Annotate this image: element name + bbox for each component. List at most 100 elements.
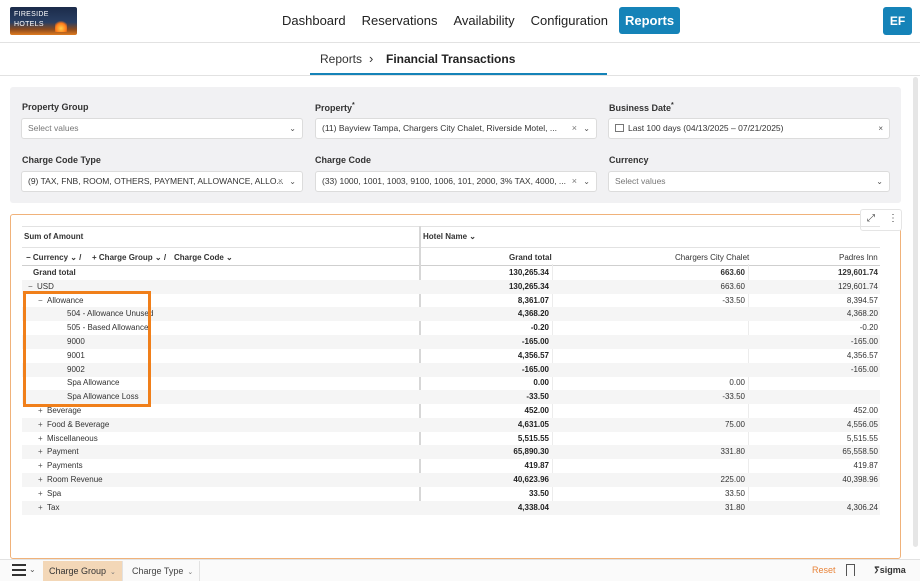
pivot-column-field[interactable]: Hotel Name ⌄ (423, 232, 476, 241)
card-toolbar: ⤢ ⋮ (860, 209, 902, 231)
hamburger-menu-icon[interactable] (12, 564, 26, 576)
currency-label: Currency (609, 155, 649, 165)
cell-grand-total: 0.00 (533, 378, 549, 388)
table-row[interactable]: + Miscellaneous 5,515.55 5,515.55 (22, 432, 880, 446)
row-label-text: Payments (47, 461, 83, 471)
cell-grand-total: 130,265.34 (508, 268, 549, 277)
col-header-padres-inn[interactable]: Padres Inn (839, 253, 878, 262)
row-label: + Beverage (38, 406, 81, 415)
tab-charge-group[interactable]: Charge Group ⌄ (43, 561, 123, 581)
currency-select[interactable]: Select values ⌄ (608, 171, 890, 192)
cell-grand-total: 4,356.57 (517, 350, 549, 360)
tab-charge-type[interactable]: Charge Type ⌄ (126, 561, 201, 581)
nav-dashboard[interactable]: Dashboard (274, 7, 354, 34)
cell-padres-inn: 129,601.74 (837, 281, 878, 291)
page-title[interactable]: Financial Transactions (386, 52, 515, 66)
bookmark-icon[interactable] (846, 564, 855, 576)
cell-grand-total: 5,515.55 (517, 433, 549, 443)
expand-icon[interactable]: + (38, 406, 47, 415)
cell-padres-inn: 4,356.57 (846, 350, 878, 360)
table-row[interactable]: + Spa 33.50 33.50 (22, 487, 880, 501)
header-mid-line (22, 247, 880, 248)
table-row[interactable]: + Payments 419.87 419.87 (22, 459, 880, 473)
clear-date-icon[interactable]: × (878, 119, 883, 138)
cell-padres-inn: -165.00 (850, 364, 878, 374)
reset-button[interactable]: Reset (812, 565, 836, 575)
expand-icon[interactable]: + (38, 475, 47, 484)
row-field-currency[interactable]: − Currency ⌄ / (26, 253, 81, 262)
sigma-brand: ⵢsigma (874, 565, 906, 575)
cell-padres-inn: 4,368.20 (846, 309, 878, 319)
cell-padres-inn: 419.87 (853, 461, 878, 471)
breadcrumb-reports[interactable]: Reports (320, 52, 362, 66)
cell-padres-inn: 129,601.74 (837, 268, 878, 277)
user-avatar[interactable]: EF (883, 7, 912, 35)
bottom-bar: ⌄ Charge Group ⌄ Charge Type ⌄ Reset ⵢsigm… (0, 559, 920, 581)
expand-icon[interactable]: + (38, 447, 47, 456)
nav-reports[interactable]: Reports (619, 7, 681, 34)
cell-grand-total: 33.50 (528, 488, 549, 498)
row-field-charge-group[interactable]: + Charge Group ⌄ / (92, 253, 166, 262)
clear-icon[interactable]: × (572, 119, 577, 138)
expand-icon[interactable]: + (38, 461, 47, 470)
cell-grand-total: -165.00 (521, 364, 549, 374)
charge-code-label: Charge Code (315, 155, 372, 165)
breadcrumb-separator: › (369, 51, 374, 66)
pivot-value-label: Sum of Amount (24, 232, 84, 241)
row-label-text: Room Revenue (47, 475, 103, 484)
cell-grand-total: 4,631.05 (517, 419, 549, 429)
col-header-chargers-city-chalet[interactable]: Chargers City Chalet (675, 253, 749, 262)
expand-icon[interactable]: ⤢ (867, 213, 875, 224)
chevron-down-icon: ⌄ (583, 124, 590, 133)
table-row[interactable]: + Tax 4,338.04 31.80 4,306.24 (22, 500, 880, 515)
cell-padres-inn: 8,394.57 (846, 295, 878, 305)
property-group-select[interactable]: Select values ⌄ (21, 118, 303, 139)
clear-icon[interactable]: × (572, 172, 577, 191)
property-select[interactable]: (11) Bayview Tampa, Chargers City Chalet… (315, 118, 597, 139)
more-options-icon[interactable]: ⋮ (888, 213, 898, 224)
charge-code-type-select[interactable]: (9) TAX, FNB, ROOM, OTHERS, PAYMENT, ALL… (21, 171, 303, 192)
chevron-down-icon: ⌄ (583, 177, 590, 186)
chevron-down-icon: ⌄ (187, 569, 194, 576)
nav-reservations[interactable]: Reservations (354, 7, 446, 34)
cell-chargers-city-chalet: 225.00 (720, 475, 745, 484)
nav-configuration[interactable]: Configuration (523, 7, 616, 34)
row-label-text: Beverage (47, 406, 82, 415)
main-nav: Dashboard Reservations Availability Conf… (274, 7, 681, 35)
charge-code-select[interactable]: (33) 1000, 1001, 1003, 9100, 1006, 101, … (315, 171, 597, 192)
calendar-icon (615, 124, 624, 132)
cell-padres-inn: -0.20 (859, 323, 878, 333)
table-row[interactable]: + Food & Beverage 4,631.05 75.00 4,556.05 (22, 417, 880, 432)
expand-icon[interactable]: + (38, 420, 47, 429)
fireside-hotels-logo[interactable]: FIRESIDE HOTELS (10, 7, 77, 35)
row-label: + Food & Beverage (38, 420, 109, 429)
expand-icon[interactable]: + (38, 489, 47, 498)
row-field-charge-code[interactable]: Charge Code ⌄ (174, 253, 233, 262)
nav-availability[interactable]: Availability (445, 7, 522, 34)
business-date-picker[interactable]: Last 100 days (04/13/2025 – 07/21/2025) × (608, 118, 890, 139)
table-row[interactable]: + Payment 65,890.30 331.80 65,558.50 (22, 445, 880, 460)
filter-panel: Property Group Select values ⌄ Property* … (10, 87, 901, 203)
row-label-text: Spa (47, 488, 62, 498)
property-label: Property* (315, 102, 355, 113)
row-label-text: Tax (47, 502, 60, 512)
collapse-icon[interactable]: − (28, 282, 37, 291)
expand-icon[interactable]: + (38, 434, 47, 443)
cell-chargers-city-chalet: -33.50 (722, 295, 745, 305)
cell-grand-total: 452.00 (524, 406, 549, 415)
top-nav: FIRESIDE HOTELS Dashboard Reservations A… (0, 0, 920, 43)
table-row[interactable]: + Room Revenue 40,623.96 225.00 40,398.96 (22, 473, 880, 487)
cell-grand-total: 4,338.04 (517, 502, 549, 512)
page-scrollbar[interactable] (913, 77, 918, 547)
cell-grand-total: -0.20 (530, 323, 549, 333)
clear-icon[interactable]: × (278, 172, 283, 191)
cell-padres-inn: 40,398.96 (842, 475, 878, 484)
cell-grand-total: 130,265.34 (508, 281, 549, 291)
chevron-down-icon[interactable]: ⌄ (29, 565, 36, 574)
row-label: + Spa (38, 489, 61, 498)
expand-icon[interactable]: + (38, 503, 47, 512)
col-header-grand-total[interactable]: Grand total (509, 253, 552, 262)
charge-code-type-label: Charge Code Type (22, 155, 101, 165)
campfire-icon (55, 20, 67, 32)
table-row[interactable]: Grand total 130,265.34 663.60 129,601.74 (22, 266, 880, 280)
